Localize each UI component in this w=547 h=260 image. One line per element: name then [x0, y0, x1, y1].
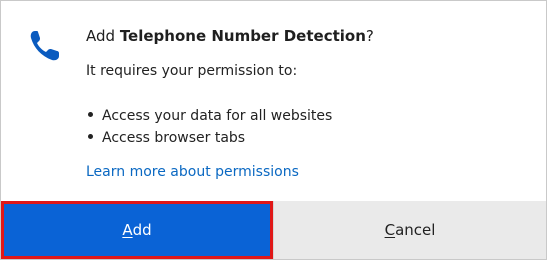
cancel-button-label: ancel	[395, 221, 436, 239]
permission-item: Access browser tabs	[88, 127, 332, 149]
permission-label: Access your data for all websites	[102, 108, 333, 124]
permission-list: Access your data for all websites Access…	[88, 105, 332, 149]
permission-label: Access browser tabs	[102, 130, 246, 146]
add-button-label: dd	[132, 221, 152, 239]
title-suffix: ?	[365, 27, 374, 45]
telephone-icon	[25, 25, 65, 65]
permission-dialog: Add Telephone Number Detection? It requi…	[0, 0, 547, 260]
learn-more-link[interactable]: Learn more about permissions	[86, 163, 299, 181]
cancel-button-accesskey: C	[384, 221, 396, 239]
bullet-icon	[88, 133, 93, 139]
permission-item: Access your data for all websites	[88, 105, 332, 127]
dialog-title: Add Telephone Number Detection?	[86, 26, 374, 46]
add-button-accesskey: A	[122, 221, 133, 239]
extension-name: Telephone Number Detection	[119, 27, 366, 45]
add-button[interactable]: Add	[1, 201, 273, 259]
permission-intro: It requires your permission to:	[86, 63, 298, 79]
button-bar: Add Cancel	[1, 201, 546, 259]
cancel-button[interactable]: Cancel	[273, 201, 546, 259]
title-prefix: Add	[86, 27, 120, 45]
bullet-icon	[88, 111, 93, 117]
